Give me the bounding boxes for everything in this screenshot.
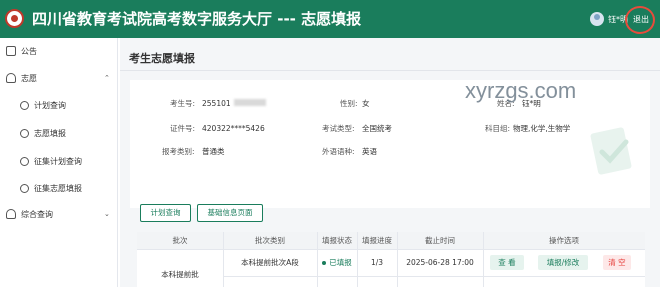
divider [120,70,660,71]
sidebar-item-label: 志愿 [21,73,37,83]
user-group-icon [6,73,16,83]
logo-icon [5,9,24,28]
sidebar-item-label: 综合查询 [21,209,53,219]
divider [137,249,645,250]
column-header: 批次 [137,232,223,249]
watermark-text: xyrzgs.com [465,78,577,103]
status-cell: 已填报 [317,258,357,268]
id-label: 证件号: [170,124,196,133]
exam-no-value: 255101 [202,99,231,108]
circle-icon [20,156,29,166]
sidebar-item-label: 征集志愿填报 [34,183,82,193]
user-group-icon [6,209,16,219]
batch-cell: 本科提前批 [161,270,199,279]
category-cell: 本科提前批次A段 [241,258,299,267]
circle-icon [20,183,29,193]
subject-label: 科目组: [485,124,511,133]
language-value: 英语 [362,147,377,156]
basic-info-button[interactable]: 基础信息页面 [197,204,263,222]
page-title: 考生志愿填报 [129,52,195,65]
fill-edit-button[interactable]: 填报/修改 [538,255,588,270]
chevron-down-icon[interactable]: ⌄ [104,210,110,218]
checklist-decoration-icon [590,127,632,175]
column-header: 截止时间 [397,232,483,249]
column-header: 填报进度 [357,232,397,249]
column-header: 批次类别 [223,232,317,249]
divider [483,232,484,287]
circle-icon [20,128,29,138]
sidebar-item-announcement[interactable]: 公告 [6,40,37,62]
sidebar-item-label: 志愿填报 [34,128,66,138]
column-header: 操作选项 [483,232,645,249]
announcement-icon [6,46,16,56]
clear-button[interactable]: 清 空 [603,255,631,270]
deadline-cell: 2025-06-28 17:00 [406,258,474,267]
divider [223,276,645,277]
sidebar-item-comprehensive-query[interactable]: 综合查询 [6,203,53,225]
plan-query-button[interactable]: 计划查询 [140,204,191,222]
category-label: 报考类别: [162,147,195,156]
gender-label: 性别: [340,99,358,108]
sidebar-item-volunteer[interactable]: 志愿 [6,67,37,89]
sidebar-item-collect-plan-query[interactable]: 征集计划查询 [20,150,82,172]
status-text: 已填报 [329,258,352,267]
sidebar: 公告 志愿 ⌃ 计划查询 志愿填报 征集计划查询 征集志愿填报 综合查询 ⌄ [0,38,118,287]
chevron-up-icon[interactable]: ⌃ [104,74,110,82]
redaction-blur [234,99,266,106]
circle-icon [20,100,29,110]
gender-value: 女 [362,99,370,108]
sidebar-item-label: 计划查询 [34,100,66,110]
view-button[interactable]: 查 看 [490,255,524,270]
sidebar-item-collect-volunteer-fill[interactable]: 征集志愿填报 [20,177,82,199]
sidebar-item-volunteer-fill[interactable]: 志愿填报 [20,122,66,144]
sidebar-item-plan-query[interactable]: 计划查询 [20,94,66,116]
subject-value: 物理,化学,生物学 [513,124,571,133]
exam-type-label: 考试类型: [322,124,355,133]
exam-type-value: 全国统考 [362,124,392,133]
avatar-icon[interactable] [590,12,604,26]
category-value: 普通类 [202,147,225,156]
top-bar: 四川省教育考试院高考数字服务大厅 --- 志愿填报 钰*明 退出 [0,0,660,38]
logout-highlight-ring [625,6,655,34]
progress-cell: 1/3 [370,258,384,267]
app-title: 四川省教育考试院高考数字服务大厅 --- 志愿填报 [32,10,362,28]
language-label: 外语语种: [322,147,355,156]
id-value: 420322****5426 [202,124,265,133]
status-dot-icon [322,261,327,265]
sidebar-item-label: 征集计划查询 [34,156,82,166]
column-header: 填报状态 [317,232,357,249]
sidebar-item-label: 公告 [21,46,37,56]
exam-no-label: 考生号: [170,99,196,108]
